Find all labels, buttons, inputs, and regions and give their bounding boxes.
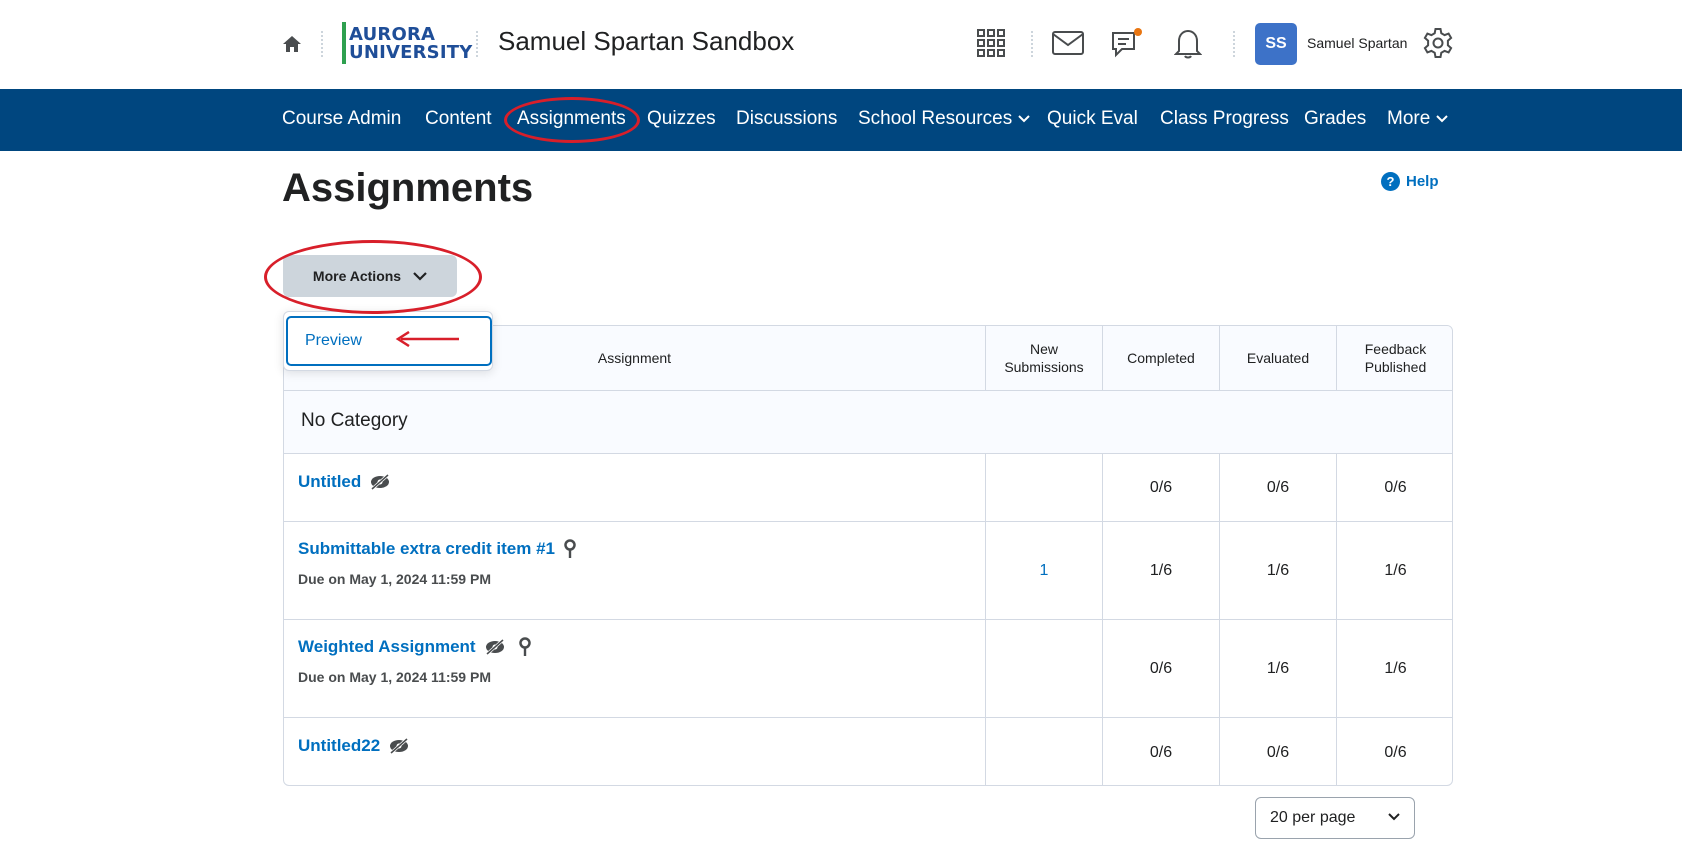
nav-school-resources[interactable]: School Resources (858, 108, 1030, 130)
gear-icon[interactable] (1421, 26, 1455, 60)
completed-cell: 0/6 (1102, 454, 1219, 521)
course-navbar: Course Admin Content Assignments Quizzes… (0, 89, 1682, 151)
assignment-link[interactable]: Untitled (298, 472, 391, 492)
assignment-name: Untitled (298, 472, 362, 491)
hidden-eye-icon (369, 474, 391, 490)
release-condition-icon (563, 539, 577, 559)
assignment-cell: Submittable extra credit item #1 Due on … (284, 522, 985, 619)
release-condition-icon (518, 637, 532, 657)
per-page-select[interactable]: 20 per page (1255, 797, 1415, 839)
category-label: No Category (301, 410, 408, 431)
hidden-eye-icon (388, 738, 410, 754)
nav-quick-eval[interactable]: Quick Eval (1047, 108, 1138, 130)
evaluated-cell: 1/6 (1219, 620, 1336, 717)
assignment-name: Untitled22 (298, 736, 381, 755)
more-actions-menu: Preview (283, 311, 493, 371)
due-date: Due on May 1, 2024 11:59 PM (298, 669, 491, 685)
col-header-feedback-l1: Feedback (1364, 341, 1427, 357)
nav-course-admin[interactable]: Course Admin (282, 108, 401, 130)
header: AURORA UNIVERSITY Samuel Spartan Sandbox… (0, 0, 1682, 89)
menu-item-preview[interactable]: Preview (286, 316, 492, 366)
home-icon[interactable] (282, 34, 302, 54)
header-divider (1031, 31, 1033, 57)
page-title: Assignments (282, 166, 534, 210)
new-submissions-link[interactable]: 1 (1040, 562, 1049, 580)
table-row: Weighted Assignment Due on May 1, 2024 1… (284, 620, 1452, 718)
help-icon: ? (1381, 172, 1400, 191)
help-link[interactable]: ? Help (1381, 172, 1439, 191)
mail-icon[interactable] (1051, 26, 1085, 60)
col-header-evaluated[interactable]: Evaluated (1219, 326, 1336, 390)
assignment-cell: Weighted Assignment Due on May 1, 2024 1… (284, 620, 985, 717)
assignments-table: Assignment New Submissions Completed Eva… (283, 325, 1453, 786)
nav-more-label: More (1387, 108, 1431, 129)
chat-icon[interactable] (1110, 26, 1144, 60)
table-row: Untitled 0/6 0/6 0/6 (284, 454, 1452, 522)
table-row: Untitled22 0/6 0/6 0/6 (284, 718, 1452, 785)
annotation-circle-more-actions (264, 240, 482, 314)
nav-more[interactable]: More (1387, 108, 1449, 130)
assignment-link[interactable]: Untitled22 (298, 736, 410, 756)
per-page-value: 20 per page (1270, 809, 1356, 826)
assignment-name: Submittable extra credit item #1 (298, 539, 555, 558)
category-row: No Category (284, 391, 1452, 454)
completed-cell: 1/6 (1102, 522, 1219, 619)
nav-quizzes[interactable]: Quizzes (647, 108, 716, 130)
bell-icon[interactable] (1171, 26, 1205, 60)
new-submissions-cell: 1 (985, 522, 1102, 619)
completed-cell: 0/6 (1102, 620, 1219, 717)
evaluated-cell: 0/6 (1219, 718, 1336, 785)
nav-discussions[interactable]: Discussions (736, 108, 837, 130)
new-submissions-cell (985, 620, 1102, 717)
nav-grades[interactable]: Grades (1304, 108, 1366, 130)
col-header-completed[interactable]: Completed (1102, 326, 1219, 390)
assignment-cell: Untitled22 (284, 718, 985, 785)
col-header-new-submissions-l2: Submissions (1004, 359, 1084, 375)
feedback-cell: 0/6 (1336, 454, 1452, 521)
course-title[interactable]: Samuel Spartan Sandbox (498, 26, 794, 57)
nav-class-progress[interactable]: Class Progress (1160, 108, 1289, 130)
help-label: Help (1406, 173, 1439, 190)
apps-grid-icon[interactable] (974, 26, 1008, 60)
logo-line2: UNIVERSITY (349, 42, 473, 63)
chevron-down-icon (1436, 115, 1449, 123)
chevron-down-icon (1018, 115, 1030, 123)
nav-content[interactable]: Content (425, 108, 492, 130)
header-divider (476, 31, 478, 57)
evaluated-cell: 1/6 (1219, 522, 1336, 619)
annotation-circle-assignments (504, 97, 640, 143)
assignment-link[interactable]: Weighted Assignment (298, 637, 532, 657)
feedback-cell: 1/6 (1336, 620, 1452, 717)
col-header-new-submissions[interactable]: New Submissions (985, 326, 1102, 390)
col-header-new-submissions-l1: New (1029, 341, 1058, 357)
due-date: Due on May 1, 2024 11:59 PM (298, 571, 491, 587)
header-divider (321, 31, 323, 57)
feedback-cell: 1/6 (1336, 522, 1452, 619)
completed-cell: 0/6 (1102, 718, 1219, 785)
hidden-eye-icon (484, 639, 506, 655)
col-header-feedback-l2: Published (1364, 359, 1427, 375)
header-divider (1233, 31, 1235, 57)
table-row: Submittable extra credit item #1 Due on … (284, 522, 1452, 620)
col-header-feedback-published[interactable]: Feedback Published (1336, 326, 1452, 390)
new-submissions-cell (985, 454, 1102, 521)
aurora-university-logo[interactable]: AURORA UNIVERSITY (342, 22, 472, 64)
annotation-arrow-icon (395, 331, 459, 347)
evaluated-cell: 0/6 (1219, 454, 1336, 521)
chevron-down-icon (1388, 813, 1400, 821)
feedback-cell: 0/6 (1336, 718, 1452, 785)
assignment-name: Weighted Assignment (298, 637, 476, 656)
nav-school-resources-label: School Resources (858, 108, 1013, 129)
assignment-cell: Untitled (284, 454, 985, 521)
user-name[interactable]: Samuel Spartan (1307, 35, 1407, 51)
logo-bar (342, 22, 346, 64)
assignment-link[interactable]: Submittable extra credit item #1 (298, 539, 577, 559)
avatar[interactable]: SS (1255, 23, 1297, 65)
new-submissions-cell (985, 718, 1102, 785)
